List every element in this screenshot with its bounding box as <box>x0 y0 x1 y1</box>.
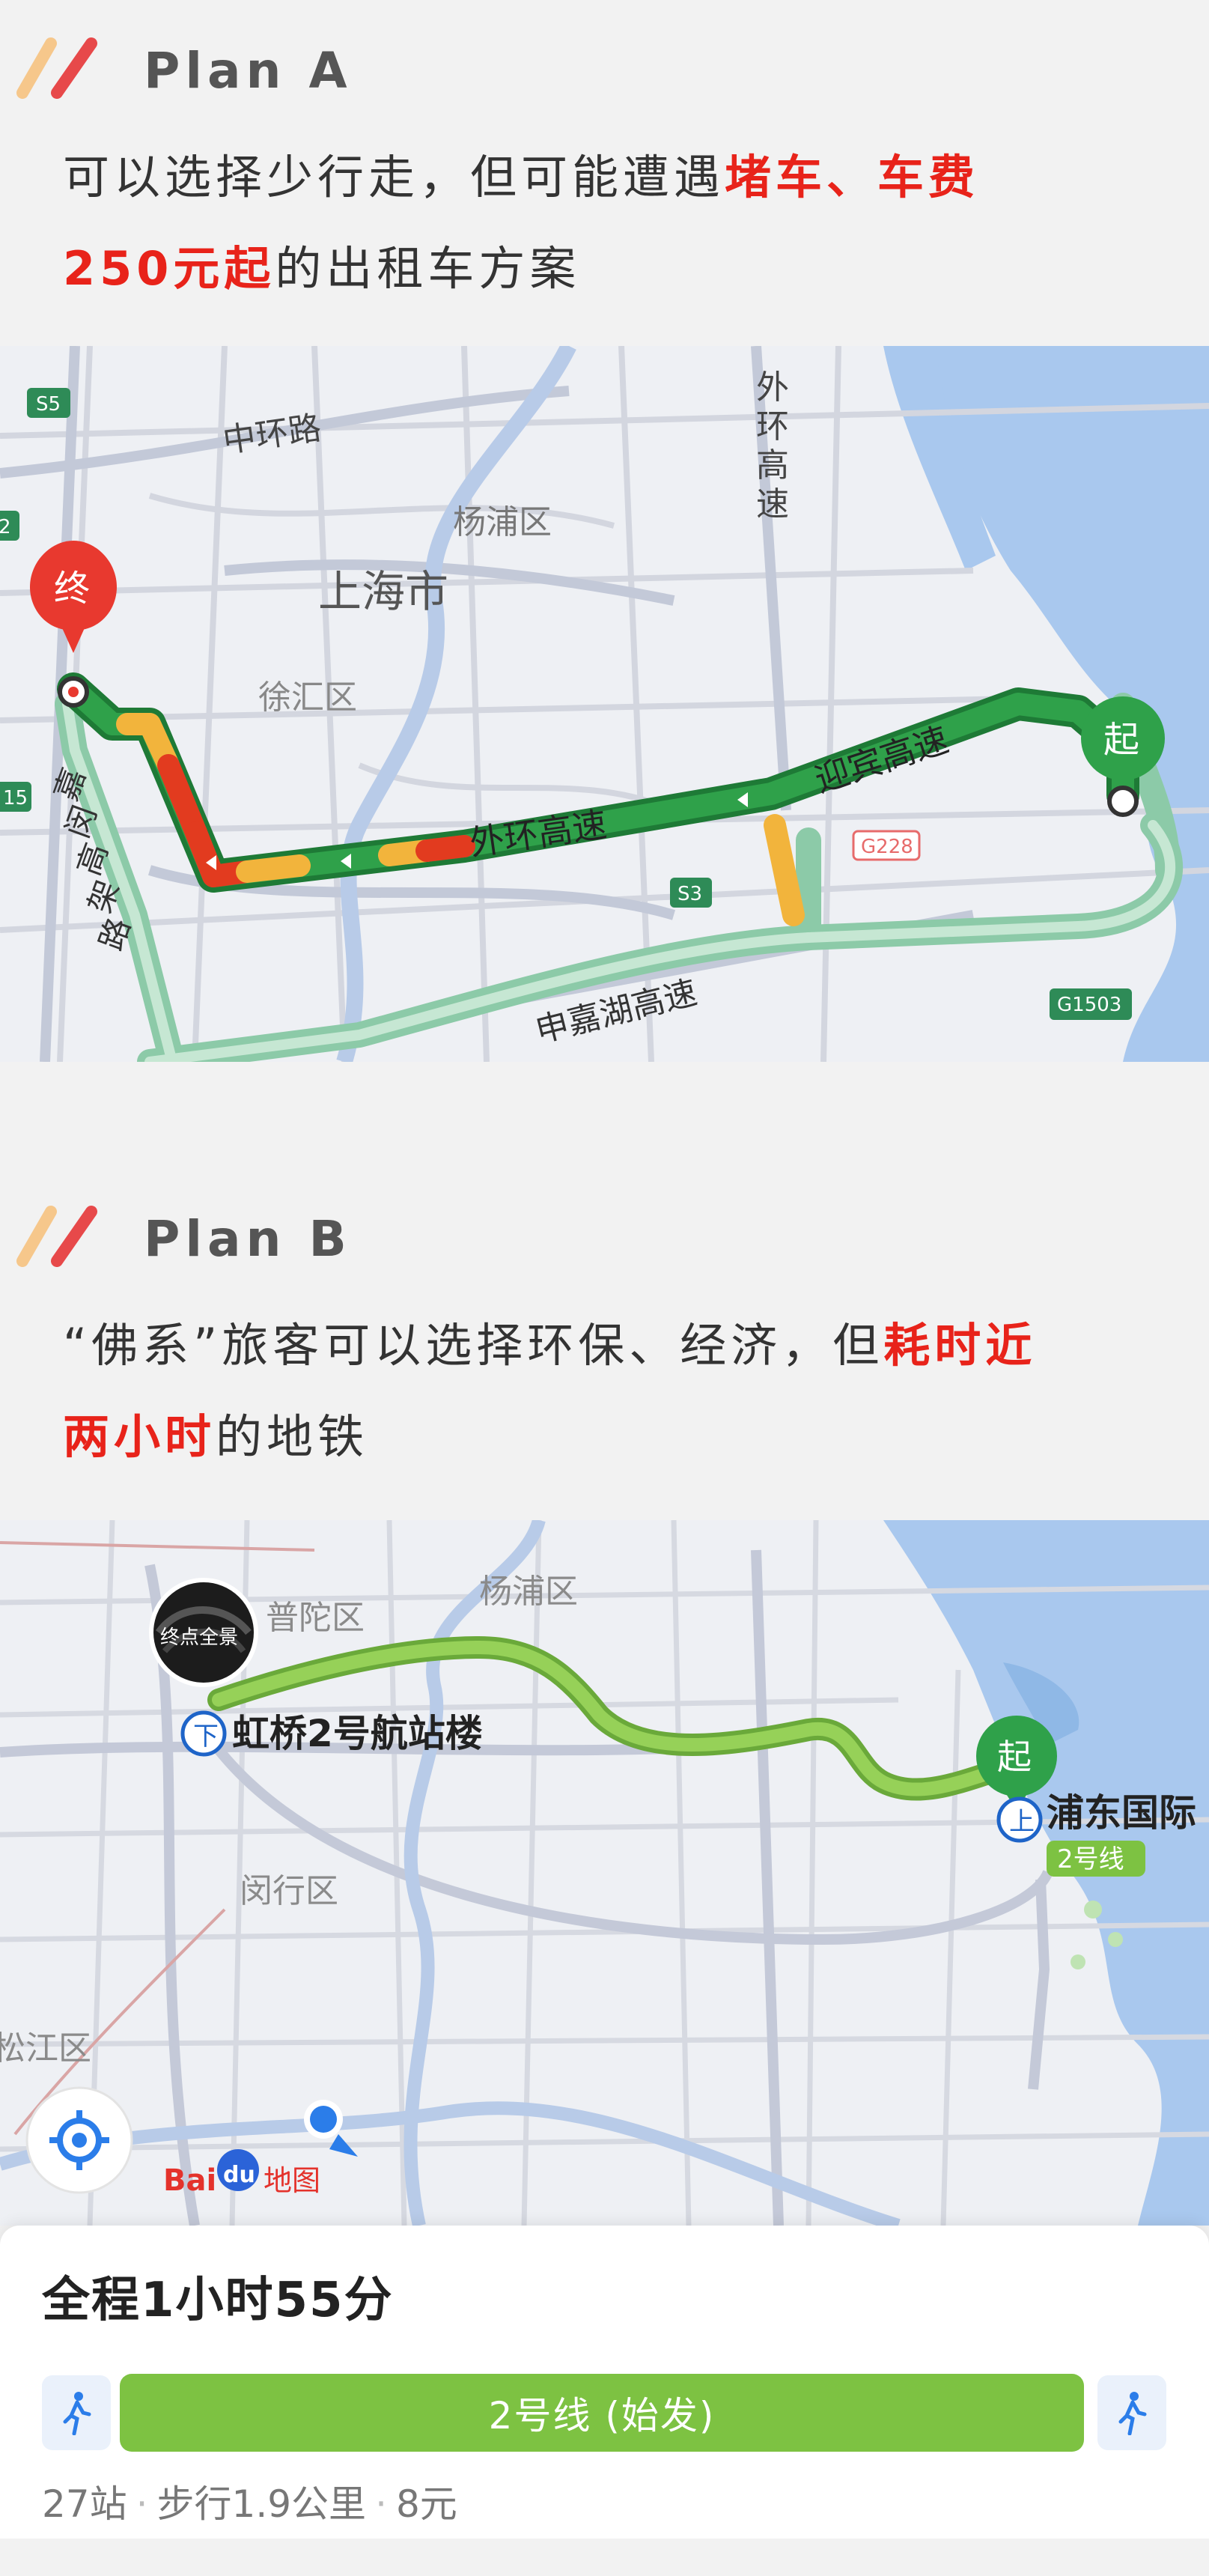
destination-pin-icon[interactable]: 终 <box>30 541 117 708</box>
map-label-shanghai: 上海市 <box>318 566 448 617</box>
map-label-putuo: 普陀区 <box>266 1599 365 1637</box>
map-label-minhang: 闵行区 <box>240 1872 338 1910</box>
svg-text:环: 环 <box>756 407 789 446</box>
svg-text:15: 15 <box>3 787 28 809</box>
svg-text:起: 起 <box>997 1737 1032 1777</box>
walk-start-segment[interactable] <box>42 2375 111 2450</box>
station-count: 27站 <box>42 2482 127 2526</box>
plan-b-title: Plan B <box>144 1210 352 1268</box>
svg-text:Bai: Bai <box>163 2163 216 2198</box>
highlight-fare-amount: 250元起 <box>63 241 275 296</box>
highlight-two-hours: 两小时 <box>63 1409 216 1464</box>
walk-distance: 步行1.9公里 <box>156 2482 367 2526</box>
plan-a-section: Plan A 可以选择少行走，但可能遭遇堵车、车费 250元起的出租车方案 <box>0 0 1209 344</box>
fare: 8元 <box>395 2482 457 2526</box>
metro-line-segment[interactable]: 2号线 (始发) <box>120 2374 1084 2452</box>
station-label-pudong: 浦东国际 <box>1047 1791 1196 1835</box>
plan-b-description: “佛系”旅客可以选择环保、经济，但耗时近 两小时的地铁 <box>63 1318 1037 1464</box>
map-label-middle-ring: 中环路 <box>220 409 323 461</box>
shield-s3: S3 <box>677 883 702 905</box>
route-total-time: 全程1小时55分 <box>42 2273 394 2328</box>
svg-text:速: 速 <box>756 485 789 523</box>
map-label-outer-ring-expressway: 外环高速 <box>467 804 609 863</box>
streetview-label: 终点全景 <box>160 1626 238 1649</box>
plan-b-metro-map[interactable]: 普陀区 杨浦区 闵行区 松江区 终点全景 下 虹桥2号航站楼 起 上 浦东国际 <box>0 1520 1209 2226</box>
plan-a-title: Plan A <box>144 42 353 100</box>
svg-text:外: 外 <box>756 368 789 407</box>
plan-a-description: 可以选择少行走，但可能遭遇堵车、车费 250元起的出租车方案 <box>63 150 980 296</box>
map-label-songjiang: 松江区 <box>0 2029 91 2068</box>
shield-g1503: G1503 <box>1057 994 1121 1016</box>
svg-text:起: 起 <box>1103 719 1139 761</box>
highlight-time: 耗时近 <box>883 1318 1037 1373</box>
plan-a-taxi-map[interactable]: 中环路 杨浦区 上海市 徐汇区 外 环 高 速 外环高速 迎宾高速 嘉 闵 高 … <box>0 346 1209 1062</box>
highlight-traffic-fare: 堵车、车费 <box>725 150 980 204</box>
shield-g228: G228 <box>861 836 913 858</box>
walking-icon <box>63 2392 91 2435</box>
plan-b-section: Plan B “佛系”旅客可以选择环保、经济，但耗时近 两小时的地铁 <box>0 1168 1209 1520</box>
decorative-slash-icon <box>16 37 97 99</box>
svg-text:高: 高 <box>756 446 789 484</box>
map-label-yangpu: 杨浦区 <box>453 503 552 541</box>
walking-icon <box>1118 2392 1147 2435</box>
svg-text:上: 上 <box>1009 1807 1035 1837</box>
svg-text:du: du <box>223 2162 255 2188</box>
route-summary-card[interactable]: 全程1小时55分 2号线 (始发) 27站 · 步行1.9公里 · 8元 <box>0 2226 1209 2539</box>
locate-me-button[interactable] <box>25 2086 133 2194</box>
destination-streetview-thumbnail[interactable]: 终点全景 <box>149 1578 258 1687</box>
station-label-hongqiao: 虹桥2号航站楼 <box>232 1712 483 1755</box>
svg-text:地图: 地图 <box>264 2164 320 2197</box>
svg-text:终: 终 <box>54 568 90 610</box>
page-bottom-strip <box>0 2539 1209 2576</box>
map-label-xuhui: 徐汇区 <box>258 678 357 717</box>
walk-end-segment[interactable] <box>1097 2375 1166 2450</box>
shield-s5: S5 <box>36 393 61 416</box>
map-label-yangpu: 杨浦区 <box>479 1573 578 1611</box>
decorative-slash-icon <box>16 1206 97 1267</box>
svg-text:下: 下 <box>193 1722 219 1752</box>
line2-badge: 2号线 <box>1057 1844 1124 1874</box>
svg-text:2: 2 <box>0 516 11 538</box>
route-details: 27站 · 步行1.9公里 · 8元 <box>42 2482 457 2526</box>
